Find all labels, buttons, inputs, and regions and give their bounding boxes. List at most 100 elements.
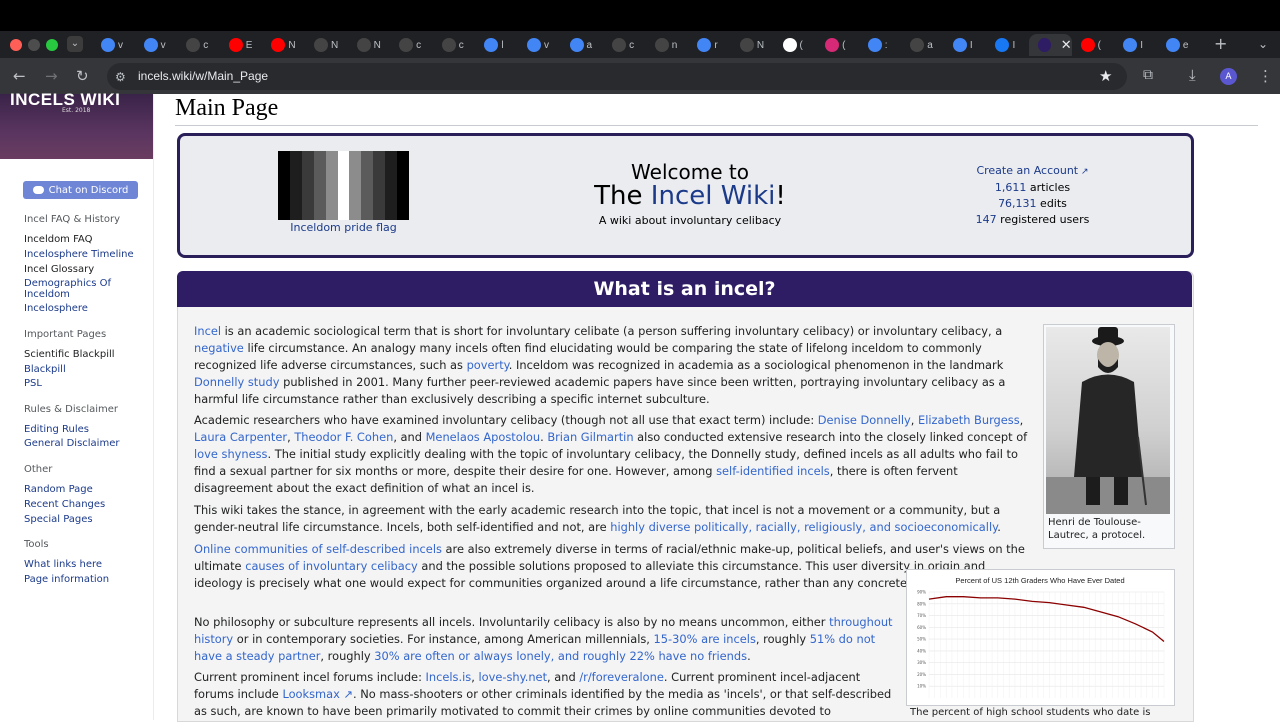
tab-search-icon[interactable]: ⌄ (67, 36, 83, 52)
zoom-window-icon[interactable] (46, 39, 58, 51)
tab-title: c (416, 39, 422, 51)
nav-link-page-information[interactable]: Page information (24, 574, 109, 585)
browser-tab[interactable]: c (390, 34, 433, 56)
browser-tab[interactable]: ( (774, 34, 817, 56)
google-icon (952, 38, 967, 52)
browser-tab[interactable]: e (1157, 34, 1200, 56)
flag-stripe (289, 151, 302, 220)
nav-link-incelosphere[interactable]: Incelosphere (24, 303, 88, 314)
nav-link-incelosphere-timeline[interactable]: Incelosphere Timeline (24, 249, 134, 260)
nav-heading-rules: Rules & Disclaimer (24, 404, 119, 415)
chart-y-tick-label: 90% (917, 590, 926, 595)
chart-title: Percent of US 12th Graders Who Have Ever… (955, 576, 1124, 585)
browser-tab[interactable]: N (262, 34, 305, 56)
nav-link-inceldom-faq[interactable]: Inceldom FAQ (24, 234, 92, 245)
chart-y-tick-label: 60% (917, 625, 926, 630)
tab-title: n (671, 39, 678, 51)
browser-tab[interactable]: v (135, 34, 178, 56)
toulouse-lautrec-photo[interactable] (1046, 327, 1170, 514)
nav-link-special-pages[interactable]: Special Pages (24, 514, 93, 525)
minimize-window-icon[interactable] (28, 39, 40, 51)
nav-link-random-page[interactable]: Random Page (24, 484, 93, 495)
close-window-icon[interactable] (10, 39, 22, 51)
chart-y-tick-label: 10% (917, 684, 926, 689)
welcome-tagline: A wiki about involuntary celibacy (598, 214, 782, 227)
google-icon (697, 38, 712, 52)
youtube-icon (228, 38, 243, 52)
browser-tab[interactable]: I (944, 34, 987, 56)
flag-stripe (313, 151, 326, 220)
browser-tab[interactable]: c (603, 34, 646, 56)
browser-tab[interactable]: N (305, 34, 348, 56)
google-icon (1123, 38, 1138, 52)
download-icon[interactable]: ⤓ (1189, 66, 1196, 84)
stance-paragraph: This wiki takes the stance, in agreement… (194, 503, 1001, 534)
articles-count[interactable]: 1,611 (995, 181, 1027, 194)
browser-tab[interactable]: N (348, 34, 391, 56)
browser-tab[interactable]: c (177, 34, 220, 56)
browser-tab[interactable]: c (433, 34, 476, 56)
browser-tab[interactable]: ( (1072, 34, 1115, 56)
flag-stripe (361, 151, 374, 220)
dating-chart-figure[interactable]: Percent of US 12th Graders Who Have Ever… (906, 569, 1175, 706)
tab-title: E (245, 39, 253, 51)
tab-title: r (714, 39, 718, 51)
browser-tab[interactable]: l (475, 34, 518, 56)
chatgpt-icon (356, 38, 371, 52)
flag-caption-link[interactable]: Inceldom pride flag (278, 221, 409, 234)
incel-wiki-link[interactable]: Incel Wiki (651, 181, 776, 211)
browser-tab[interactable]: n (646, 34, 689, 56)
browser-tab[interactable]: I (986, 34, 1029, 56)
nav-link-recent-changes[interactable]: Recent Changes (24, 499, 105, 510)
new-tab-icon[interactable]: + (1214, 35, 1227, 53)
nav-link-demographics-2[interactable]: Inceldom (24, 289, 70, 300)
inceldom-pride-flag[interactable] (278, 151, 409, 220)
nav-link-what-links-here[interactable]: What links here (24, 559, 102, 570)
browser-tab[interactable]: a (901, 34, 944, 56)
extensions-icon[interactable]: ⧉ (1143, 66, 1153, 84)
browser-tab[interactable]: r (688, 34, 731, 56)
browser-tab[interactable]: ✕ (1029, 34, 1072, 56)
profile-avatar[interactable]: A (1220, 68, 1237, 85)
nav-link-incel-glossary[interactable]: Incel Glossary (24, 264, 94, 275)
browser-tab[interactable]: ( (816, 34, 859, 56)
browser-tab[interactable]: a (561, 34, 604, 56)
edits-count[interactable]: 76,131 (998, 197, 1037, 210)
tab-title: : (884, 39, 888, 51)
url-text[interactable]: incels.wiki/w/Main_Page (138, 69, 268, 83)
site-info-icon[interactable]: ⚙ (115, 68, 126, 86)
chatgpt-icon (910, 38, 925, 52)
nav-link-scientific-blackpill[interactable]: Scientific Blackpill (24, 349, 115, 360)
reload-icon[interactable]: ↻ (76, 67, 89, 85)
tab-overflow-icon[interactable]: ⌄ (1258, 35, 1268, 53)
browser-tab[interactable]: v (92, 34, 135, 56)
bookmark-star-icon[interactable]: ★ (1099, 67, 1112, 85)
forward-icon[interactable]: → (45, 67, 58, 85)
menu-icon[interactable]: ⋮ (1258, 67, 1273, 85)
users-label: registered users (996, 213, 1090, 226)
nav-link-general-disclaimer[interactable]: General Disclaimer (24, 438, 119, 449)
title-divider (175, 125, 1258, 126)
communities-paragraph: Online communities of self-described inc… (194, 542, 1025, 590)
chat-on-discord-button[interactable]: Chat on Discord (23, 181, 138, 199)
logo-established: Est. 2018 (62, 107, 91, 114)
nav-link-blackpill[interactable]: Blackpill (24, 364, 66, 375)
flag-stripe (349, 151, 362, 220)
nav-heading-tools: Tools (24, 539, 49, 550)
tab-title: e (1182, 39, 1189, 51)
back-icon[interactable]: ← (13, 67, 26, 85)
discord-label: Chat on Discord (48, 184, 129, 196)
browser-tab[interactable]: : (859, 34, 902, 56)
create-account-link[interactable]: Create an Account (976, 164, 1078, 177)
browser-tab[interactable]: E (220, 34, 263, 56)
nav-link-psl[interactable]: PSL (24, 378, 42, 389)
users-count[interactable]: 147 (976, 213, 997, 226)
close-tab-icon[interactable]: ✕ (1061, 38, 1072, 53)
chart-series-line (928, 596, 1165, 643)
browser-tab[interactable]: v (518, 34, 561, 56)
research-paragraph: Academic researchers who have examined i… (194, 413, 1028, 495)
browser-tab[interactable]: I (1114, 34, 1157, 56)
nav-link-editing-rules[interactable]: Editing Rules (24, 424, 89, 435)
browser-tab[interactable]: N (731, 34, 774, 56)
nav-link-demographics[interactable]: Demographics Of (24, 278, 111, 289)
